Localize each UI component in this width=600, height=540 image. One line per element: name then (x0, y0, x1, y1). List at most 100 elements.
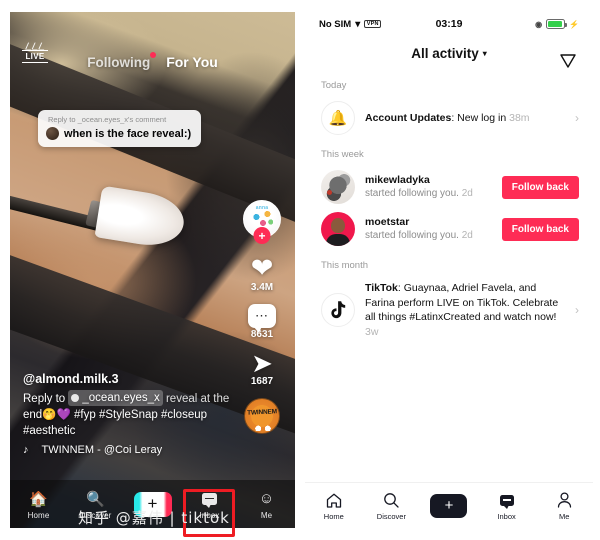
tiktok-video-feed-panel: ⎳⎳⎳ LIVE Following For You Reply to _oce… (10, 12, 295, 528)
share-arrow-icon: ➤ (251, 348, 273, 378)
caption-mention: _ocean.eyes_x (82, 392, 160, 404)
charging-bolt-icon: ⚡ (569, 19, 580, 29)
feed-tabs: Following For You (10, 51, 295, 70)
music-row[interactable]: ♪ TWINNEM - @Coi Leray (23, 444, 235, 456)
notification-text: : New log in (451, 111, 507, 124)
nav-me-label: Me (260, 511, 273, 520)
watermark: 知乎 @嘉伟 | tiktok (78, 509, 230, 527)
reply-comment-text: when is the face reveal:) (64, 127, 192, 140)
funnel-icon[interactable] (559, 43, 577, 68)
share-button[interactable]: ➤ 1687 (238, 348, 286, 387)
follower-subtitle: started following you. 2d (365, 188, 473, 200)
status-bar: No SIM ▾ VPN 03:19 ◉ ⚡ (305, 12, 593, 36)
notification-body: mikewladyka started following you. 2d (365, 173, 492, 202)
follower-username[interactable]: mikewladyka (365, 173, 492, 188)
nav-me-label: Me (558, 512, 570, 521)
creator-avatar-button[interactable]: anna + (238, 200, 286, 244)
nav-me[interactable]: ☺ Me (238, 488, 295, 520)
avatar-image (321, 170, 355, 204)
carrier-label: No SIM (319, 18, 352, 30)
music-disc-button[interactable]: TWINNEM (238, 398, 286, 434)
clock-label: 03:19 (435, 18, 463, 30)
video-action-rail: anna + ❤ 3.4M ⋯ 8631 ➤ 1687 TWINNEM (238, 200, 286, 445)
chevron-right-icon[interactable]: › (569, 303, 579, 317)
follower-subtitle: started following you. 2d (365, 230, 473, 242)
caption-line3: #aesthetic (23, 425, 76, 437)
caption-line2: end🤭💜 #fyp #StyleSnap #closeup (23, 409, 207, 421)
nav-discover[interactable]: Discover (363, 490, 421, 521)
follow-plus-icon[interactable]: + (253, 227, 271, 244)
page-title: All activity (411, 45, 479, 61)
comment-icon: ⋯ (248, 304, 276, 333)
notification-line: Account Updates: New log in 38m (365, 111, 559, 126)
follow-back-button[interactable]: Follow back (501, 217, 579, 241)
list-item[interactable]: mikewladyka started following you. 2d Fo… (305, 166, 593, 208)
nav-inbox[interactable]: Inbox (478, 490, 536, 521)
notification-line: TikTok: Guaynaa, Adriel Favela, and Fari… (365, 281, 559, 339)
profile-icon (535, 490, 593, 510)
like-count: 3.4M (250, 282, 274, 293)
inbox-icon (181, 488, 238, 509)
chevron-right-icon[interactable]: › (569, 111, 579, 125)
notification-time: 2d (461, 230, 473, 242)
bell-icon: 🔔 (321, 101, 355, 135)
avatar[interactable] (321, 212, 355, 246)
notification-time: 2d (461, 188, 473, 200)
tab-following-badge-dot (150, 51, 157, 58)
live-rays-icon: ⎳⎳⎳ (25, 43, 45, 50)
tab-for-you[interactable]: For You (166, 54, 218, 70)
caption-line1-rest: reveal at the (165, 393, 230, 405)
like-button[interactable]: ❤ 3.4M (238, 253, 286, 294)
nav-home[interactable]: 🏠 Home (10, 488, 67, 521)
mention-avatar-icon (71, 394, 80, 402)
screenshot-root: ⎳⎳⎳ LIVE Following For You Reply to _oce… (0, 0, 600, 540)
nav-home[interactable]: Home (305, 490, 363, 521)
avatar-top-text: anna (255, 205, 269, 211)
notification-body: moetstar started following you. 2d (365, 215, 492, 244)
spinning-record-icon: TWINNEM (244, 398, 280, 434)
section-label-this-month: This month (321, 260, 368, 271)
right-bottom-nav: Home Discover + Inbox Me (305, 482, 593, 528)
section-label-this-week: This week (321, 149, 364, 160)
nav-inbox-label: Inbox (497, 512, 516, 521)
follow-back-button[interactable]: Follow back (501, 175, 579, 199)
home-icon: 🏠 (29, 490, 48, 508)
avatar-image (321, 212, 355, 246)
notification-body: TikTok: Guaynaa, Adriel Favela, and Fari… (365, 281, 559, 339)
list-item[interactable]: TikTok: Guaynaa, Adriel Favela, and Fari… (305, 277, 593, 343)
notification-time: 3w (365, 325, 379, 338)
video-caption: @almond.milk.3 Reply to _ocean.eyes_x re… (23, 372, 235, 456)
inbox-header: All activity ▾ (305, 36, 593, 70)
nav-home-label: Home (323, 512, 344, 521)
heart-icon: ❤ (250, 253, 274, 283)
lock-icon: ◉ (535, 19, 543, 29)
home-icon (305, 490, 363, 510)
comment-count: 8631 (250, 329, 274, 340)
avatar[interactable] (321, 170, 355, 204)
reply-comment-card[interactable]: Reply to _ocean.eyes_x's comment when is… (38, 110, 202, 147)
list-item[interactable]: 🔔 Account Updates: New log in 38m › (305, 97, 593, 139)
chevron-down-icon: ▾ (482, 48, 487, 58)
list-item[interactable]: moetstar started following you. 2d Follo… (305, 208, 593, 250)
tiktok-note-icon (321, 293, 355, 327)
caption-reply-prefix: Reply to (23, 393, 66, 405)
nav-me[interactable]: Me (535, 490, 593, 521)
reply-comment-header: Reply to _ocean.eyes_x's comment (48, 115, 167, 124)
nav-create[interactable]: + (420, 493, 478, 518)
profile-icon: ☺ (258, 490, 275, 507)
commenter-avatar (46, 127, 59, 140)
caption-mention-chip[interactable]: _ocean.eyes_x (68, 390, 163, 406)
activity-filter-dropdown[interactable]: All activity ▾ (411, 46, 487, 61)
section-label-today: Today (321, 80, 347, 91)
battery-icon (546, 19, 568, 29)
creator-username[interactable]: @almond.milk.3 (23, 372, 235, 386)
follower-username[interactable]: moetstar (365, 215, 492, 230)
caption-text: Reply to _ocean.eyes_x reveal at the end… (23, 390, 235, 439)
plus-icon[interactable]: + (427, 493, 471, 518)
disc-label: TWINNEM (247, 408, 277, 417)
comment-button[interactable]: ⋯ 8631 (238, 304, 286, 340)
tab-following[interactable]: Following (87, 51, 157, 70)
status-bar-right: ◉ ⚡ (462, 19, 579, 29)
status-bar-left: No SIM ▾ VPN (319, 19, 436, 30)
tab-following-label: Following (87, 54, 151, 70)
